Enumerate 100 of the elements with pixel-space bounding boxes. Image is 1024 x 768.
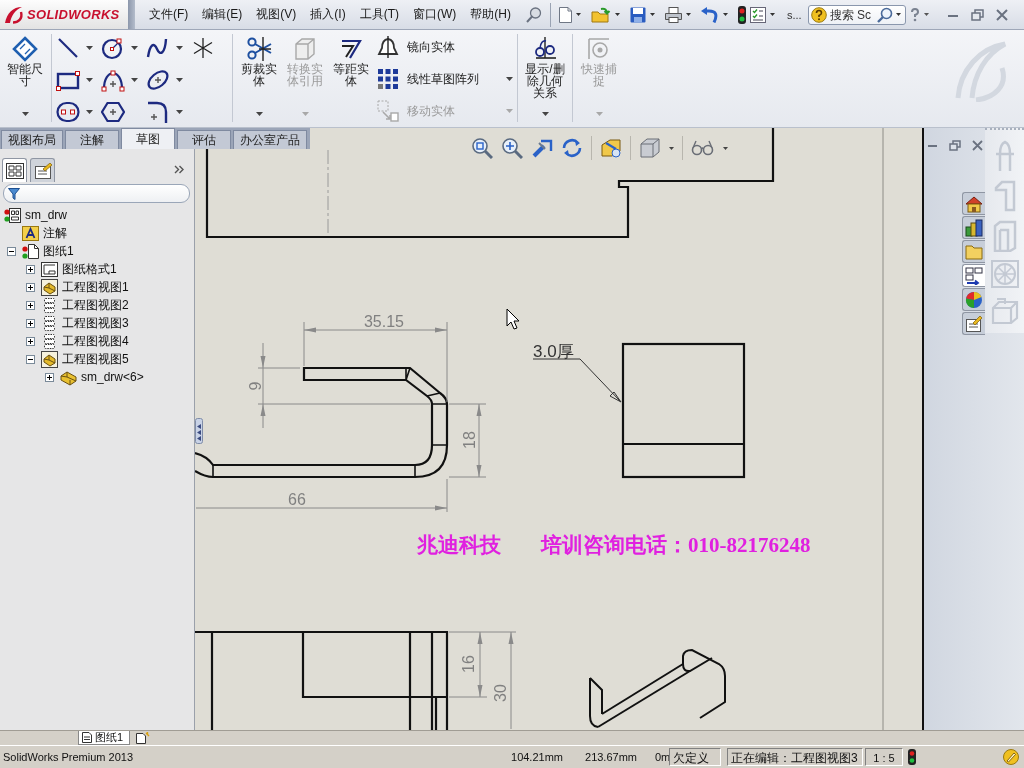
collapse-box-icon[interactable]	[7, 246, 16, 256]
caret-icon[interactable]	[650, 13, 655, 16]
caret-icon[interactable]	[506, 77, 513, 81]
command-button[interactable]: 镜向实体	[377, 36, 513, 58]
close-icon[interactable]	[995, 8, 1008, 21]
caret-icon[interactable]	[86, 46, 93, 50]
sheet-scale[interactable]: 1 : 5	[865, 748, 903, 766]
menu-bar-grip[interactable]	[128, 0, 135, 29]
command-tab[interactable]: 视图布局	[1, 130, 63, 149]
caret-icon[interactable]	[131, 78, 138, 82]
expand-box-icon[interactable]	[26, 264, 35, 274]
caret-icon[interactable]	[21, 112, 29, 116]
task-pane-tab[interactable]	[962, 192, 985, 215]
overflow-label[interactable]: s...	[787, 8, 802, 21]
traffic-light-icon[interactable]	[738, 5, 746, 24]
expand-box-icon[interactable]	[45, 372, 54, 382]
caret-icon[interactable]	[895, 13, 901, 16]
zoom-area-icon[interactable]	[501, 137, 523, 159]
tree-item[interactable]: 工程图视图1	[62, 278, 129, 296]
menu-item[interactable]: 视图(V)	[249, 3, 304, 26]
add-sheet-icon[interactable]	[136, 732, 151, 744]
caret-icon[interactable]	[86, 78, 93, 82]
caret-icon[interactable]	[615, 13, 620, 16]
smart-dimension-button[interactable]: 智能尺寸	[3, 34, 47, 122]
sketch-tool-button[interactable]	[56, 100, 93, 124]
menu-item[interactable]: 文件(F)	[142, 3, 196, 26]
cube-icon[interactable]	[639, 137, 661, 159]
help-bubble-icon[interactable]	[810, 6, 827, 23]
command-tab[interactable]: 评估	[177, 130, 231, 149]
restore-icon[interactable]	[949, 140, 961, 151]
tree-item[interactable]: sm_drw	[25, 208, 67, 222]
restore-icon[interactable]	[970, 8, 984, 21]
close-icon[interactable]	[972, 140, 983, 151]
help-icon[interactable]	[909, 7, 920, 22]
caret-icon[interactable]	[686, 13, 691, 16]
task-pane-tab[interactable]	[962, 312, 985, 335]
sheet-tab[interactable]: 图纸1	[78, 731, 131, 745]
caret-icon[interactable]	[541, 112, 549, 116]
tree-item[interactable]: 注解	[43, 224, 67, 242]
traffic-light-icon[interactable]	[908, 749, 916, 765]
caret-icon[interactable]	[176, 46, 183, 50]
menu-item[interactable]: 插入(I)	[303, 3, 353, 26]
tree-item[interactable]: 图纸格式1	[62, 260, 117, 278]
tree-item[interactable]: 工程图视图4	[62, 332, 129, 350]
menu-item[interactable]: 编辑(E)	[195, 3, 250, 26]
glasses-icon[interactable]	[691, 139, 715, 157]
sketch-tool-button[interactable]	[101, 68, 138, 92]
caret-icon[interactable]	[576, 13, 581, 16]
caret-icon[interactable]	[669, 146, 674, 150]
filter-field[interactable]	[3, 184, 190, 203]
tree-item[interactable]: 工程图视图2	[62, 296, 129, 314]
search-field[interactable]: 搜索 Sc	[829, 7, 874, 22]
caret-icon[interactable]	[176, 78, 183, 82]
command-tab[interactable]: 草图	[121, 128, 175, 149]
tree-item[interactable]: sm_drw<6>	[81, 370, 144, 384]
chevron-icon[interactable]	[174, 165, 184, 174]
command-button[interactable]: 显示/删除几何关系	[522, 34, 568, 122]
task-pane-tab[interactable]	[962, 216, 985, 239]
sketch-tool-button[interactable]	[146, 100, 183, 124]
caret-icon[interactable]	[923, 13, 929, 16]
task-pane-tab[interactable]	[962, 264, 985, 287]
caret-icon[interactable]	[131, 46, 138, 50]
menu-item[interactable]: 工具(T)	[352, 3, 406, 26]
tree-item[interactable]: 图纸1	[43, 242, 74, 260]
collapse-box-icon[interactable]	[26, 354, 35, 364]
caret-icon[interactable]	[723, 13, 728, 16]
pencil-circle-icon[interactable]	[1003, 749, 1019, 765]
panel-tab[interactable]	[30, 158, 55, 182]
tree-item[interactable]: 工程图视图3	[62, 314, 129, 332]
printer-icon[interactable]	[665, 6, 682, 23]
collapse-handle-icon[interactable]	[195, 418, 203, 444]
panel-tab[interactable]	[2, 158, 27, 182]
command-tab[interactable]: 办公室产品	[233, 130, 307, 149]
expand-box-icon[interactable]	[26, 318, 35, 328]
options-list-icon[interactable]	[750, 6, 766, 23]
command-button[interactable]: 剪裁实体	[237, 34, 281, 122]
caret-icon[interactable]	[723, 146, 728, 150]
menu-item[interactable]: 窗口(W)	[406, 3, 464, 26]
caret-icon[interactable]	[86, 110, 93, 114]
rotate-icon[interactable]	[561, 137, 583, 159]
caret-icon[interactable]	[176, 110, 183, 114]
sketch-tool-button[interactable]	[146, 68, 183, 92]
menu-item[interactable]: 帮助(H)	[463, 3, 518, 26]
command-button[interactable]: 线性草图阵列	[377, 68, 513, 90]
undo-icon[interactable]	[701, 6, 719, 23]
new-document-icon[interactable]	[559, 6, 572, 23]
command-button[interactable]: 等距实体	[329, 34, 373, 122]
caret-icon[interactable]	[255, 112, 263, 116]
pin-icon[interactable]	[526, 6, 542, 23]
caret-icon[interactable]	[770, 13, 775, 16]
save-icon[interactable]	[630, 6, 646, 23]
command-tab[interactable]: 注解	[65, 130, 119, 149]
expand-box-icon[interactable]	[26, 282, 35, 292]
sketch-tool-button[interactable]	[56, 36, 93, 60]
zoom-fit-icon[interactable]	[471, 137, 493, 159]
expand-box-icon[interactable]	[26, 300, 35, 310]
expand-box-icon[interactable]	[26, 336, 35, 346]
sketch-tool-button[interactable]	[56, 68, 93, 92]
sketch-tool-button[interactable]	[146, 36, 183, 60]
sketch-tool-button[interactable]	[101, 36, 138, 60]
